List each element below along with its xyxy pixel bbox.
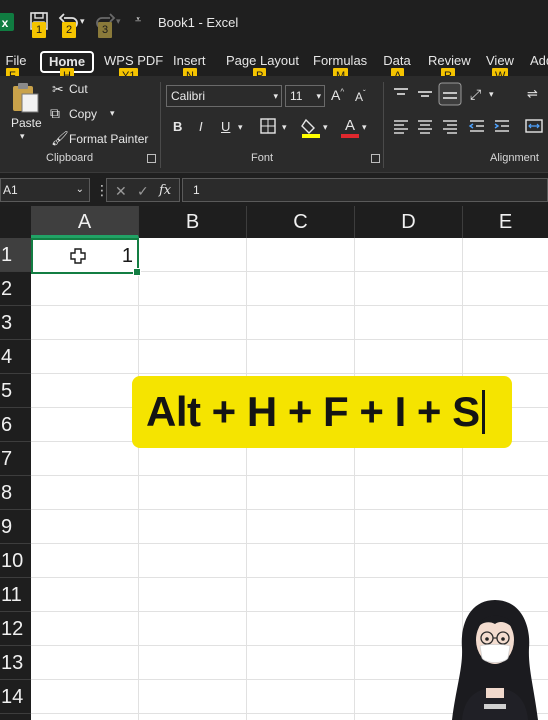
window-title: Book1 - Excel xyxy=(158,15,239,30)
insert-function-button[interactable]: fx xyxy=(159,179,171,203)
redo-dropdown-icon[interactable]: ▾ xyxy=(116,17,121,26)
copy-dropdown-icon[interactable]: ▾ xyxy=(110,109,115,118)
enter-icon[interactable]: ✓ xyxy=(137,179,149,203)
excel-logo-icon: x xyxy=(0,13,14,31)
alignment-group-label: Alignment xyxy=(490,152,539,164)
bottom-align-icon[interactable] xyxy=(438,82,462,106)
copy-label[interactable]: Copy xyxy=(69,107,97,121)
cell-cursor-icon xyxy=(70,248,86,264)
row-headers: 1 2 3 4 5 6 7 8 9 10 11 12 13 14 xyxy=(0,238,31,720)
decrease-indent-icon[interactable] xyxy=(468,118,486,134)
row-header[interactable]: 10 xyxy=(0,544,31,578)
name-box[interactable]: A1 ⌄ xyxy=(0,178,90,202)
row-header[interactable]: 3 xyxy=(0,306,31,340)
clipboard-launcher-icon[interactable] xyxy=(147,154,156,163)
row-header[interactable]: 12 xyxy=(0,612,31,646)
orientation-icon[interactable]: ⤢ xyxy=(470,87,481,101)
shortcut-overlay: Alt + H + F + I + S xyxy=(132,376,512,448)
cut-label[interactable]: Cut xyxy=(69,82,88,96)
paste-dropdown-icon[interactable]: ▾ xyxy=(20,132,25,141)
align-right-icon[interactable] xyxy=(441,118,459,134)
decrease-font-icon[interactable]: Aˇ xyxy=(355,90,366,104)
copy-icon[interactable]: ⧉ xyxy=(50,106,60,120)
undo-dropdown-icon[interactable]: ▾ xyxy=(80,17,85,26)
clipboard-group-label: Clipboard xyxy=(46,152,94,164)
formula-buttons: ✕ ✓ fx xyxy=(106,178,180,202)
font-group-label: Font xyxy=(251,152,274,164)
chevron-down-icon: ⌄ xyxy=(75,184,84,195)
cut-icon[interactable]: ✂ xyxy=(52,82,64,96)
ribbon-divider xyxy=(383,82,384,168)
font-launcher-icon[interactable] xyxy=(371,154,380,163)
name-box-value: A1 xyxy=(3,183,18,197)
font-color-icon[interactable]: A xyxy=(340,116,360,138)
middle-align-icon[interactable] xyxy=(416,86,434,102)
ribbon-tabs: File Home WPS PDF Insert Page Layout For… xyxy=(0,46,548,76)
undo-keytip: 2 xyxy=(62,22,76,38)
svg-text:A: A xyxy=(345,117,355,134)
format-painter-label[interactable]: Format Painter xyxy=(69,132,148,146)
underline-dropdown-icon[interactable]: ▾ xyxy=(238,123,243,132)
row-header[interactable]: 8 xyxy=(0,476,31,510)
redo-keytip: 3 xyxy=(98,22,112,38)
font-color-dropdown-icon[interactable]: ▾ xyxy=(362,123,367,132)
borders-icon[interactable] xyxy=(259,117,277,135)
align-left-icon[interactable] xyxy=(392,118,410,134)
ribbon-divider xyxy=(160,82,161,168)
save-keytip: 1 xyxy=(32,22,46,38)
font-size-value: 11 xyxy=(290,89,303,103)
column-header-b[interactable]: B xyxy=(139,206,247,238)
column-header-e[interactable]: E xyxy=(463,206,548,238)
column-headers: A B C D E xyxy=(0,206,548,238)
text-caret xyxy=(481,389,485,434)
orientation-dropdown-icon[interactable]: ▾ xyxy=(489,90,494,99)
align-center-icon[interactable] xyxy=(416,118,434,134)
merge-center-icon[interactable] xyxy=(525,118,543,134)
borders-dropdown-icon[interactable]: ▾ xyxy=(282,123,287,132)
font-name-select[interactable]: Calibri ▾ xyxy=(166,85,282,107)
column-header-d[interactable]: D xyxy=(355,206,463,238)
fill-color-dropdown-icon[interactable]: ▾ xyxy=(323,123,328,132)
row-header[interactable]: 6 xyxy=(0,408,31,442)
row-header[interactable]: 7 xyxy=(0,442,31,476)
row-header[interactable]: 5 xyxy=(0,374,31,408)
fill-color-icon[interactable] xyxy=(301,116,321,138)
paste-icon[interactable] xyxy=(10,82,40,114)
formula-input[interactable]: 1 xyxy=(182,178,548,202)
row-header[interactable]: 9 xyxy=(0,510,31,544)
top-align-icon[interactable] xyxy=(392,86,410,102)
cancel-icon[interactable]: ✕ xyxy=(115,179,127,203)
customize-icon[interactable]: ⩡ xyxy=(135,15,141,26)
increase-font-icon[interactable]: A^ xyxy=(331,88,344,102)
format-painter-icon[interactable]: 🖌 xyxy=(51,131,69,145)
chevron-down-icon: ▾ xyxy=(316,91,321,101)
bold-button[interactable]: B xyxy=(173,120,182,133)
row-header[interactable]: 1 xyxy=(0,238,31,272)
avatar xyxy=(452,600,538,720)
ribbon-home: Paste ▾ ✂ Cut ⧉ Copy ▾ 🖌 Format Painter … xyxy=(0,76,548,172)
svg-text:x: x xyxy=(2,16,9,30)
formula-bar: A1 ⌄ ⋮ ✕ ✓ fx 1 xyxy=(0,172,548,206)
column-header-a[interactable]: A xyxy=(31,206,139,238)
tab-add[interactable]: Add xyxy=(530,51,548,73)
wrap-text-icon[interactable]: ⇌ xyxy=(527,87,538,100)
increase-indent-icon[interactable] xyxy=(493,118,511,134)
font-size-select[interactable]: 11 ▾ xyxy=(285,85,325,107)
row-header[interactable]: 4 xyxy=(0,340,31,374)
underline-button[interactable]: U xyxy=(221,120,230,133)
row-header[interactable]: 13 xyxy=(0,646,31,680)
row-header[interactable]: 11 xyxy=(0,578,31,612)
chevron-down-icon: ▾ xyxy=(273,91,278,101)
shortcut-text: Alt + H + F + I + S xyxy=(146,388,480,435)
row-header[interactable]: 14 xyxy=(0,680,31,714)
title-bar: x 1 ▾ 2 ▾ 3 ⩡ Book1 - Excel xyxy=(0,0,548,46)
paste-label[interactable]: Paste xyxy=(11,116,42,130)
column-header-c[interactable]: C xyxy=(247,206,355,238)
italic-button[interactable]: I xyxy=(199,120,203,133)
font-name-value: Calibri xyxy=(171,89,206,103)
row-header[interactable]: 2 xyxy=(0,272,31,306)
